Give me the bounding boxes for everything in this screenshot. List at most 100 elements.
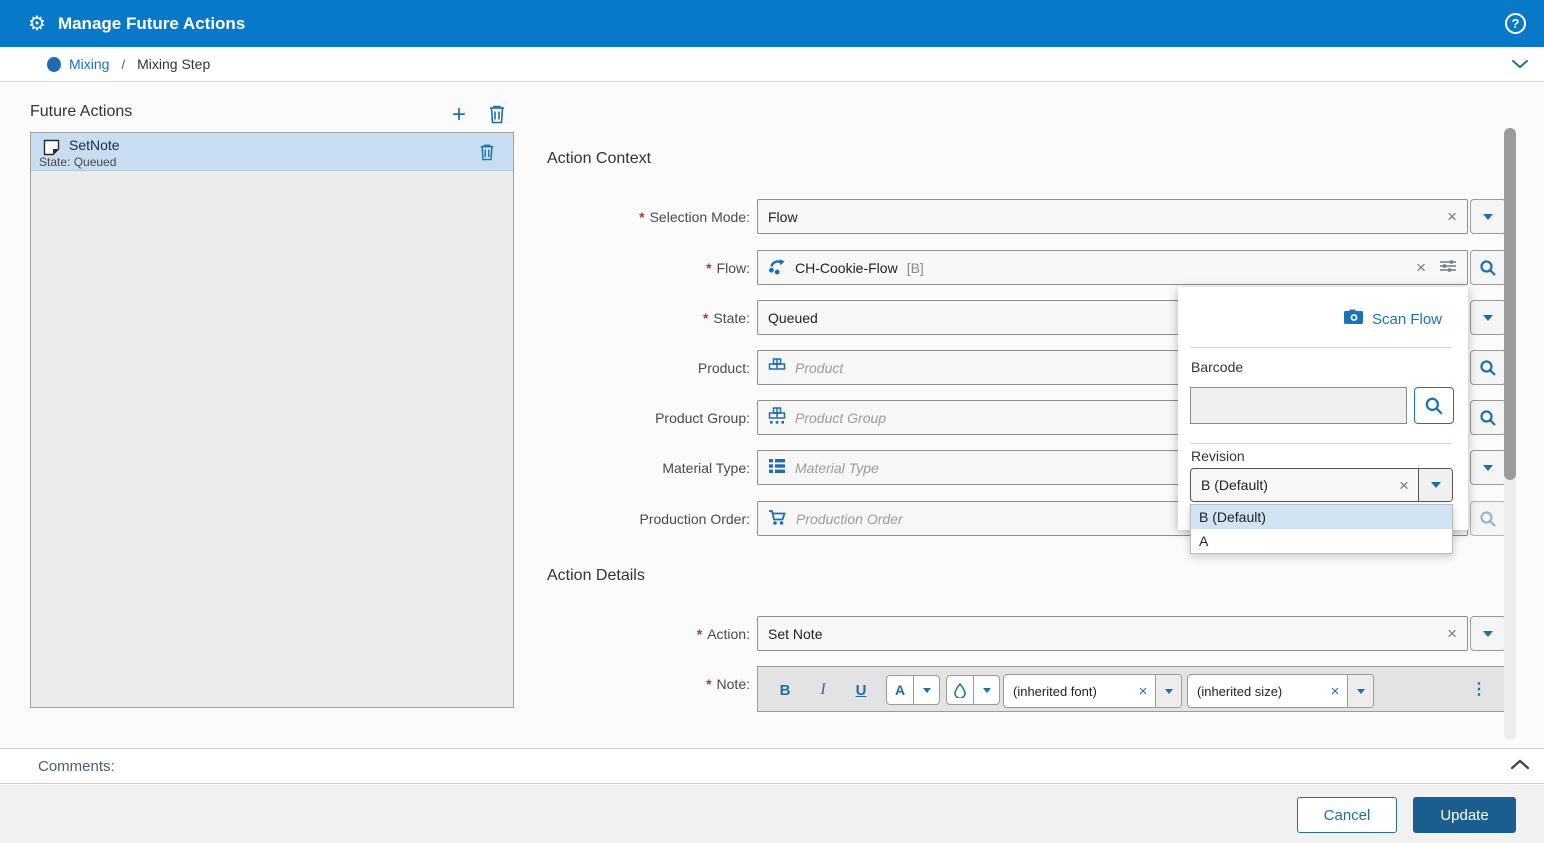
material-type-icon xyxy=(768,458,786,477)
delete-item-icon[interactable] xyxy=(479,143,495,166)
title-bar: ⚙ Manage Future Actions ? xyxy=(0,0,1544,47)
list-item-setnote[interactable]: SetNote State: Queued xyxy=(31,133,513,171)
scan-flow-popup: Scan Flow Barcode Revision B (Default) × xyxy=(1178,287,1468,530)
flow-label: * Flow: xyxy=(480,250,750,285)
cancel-button[interactable]: Cancel xyxy=(1297,797,1397,833)
font-name-dropdown[interactable] xyxy=(1155,675,1181,707)
clear-icon[interactable]: × xyxy=(1447,625,1457,642)
clear-icon[interactable]: × xyxy=(1131,675,1155,707)
option-a[interactable]: A xyxy=(1191,529,1452,553)
clear-icon[interactable]: × xyxy=(1323,675,1347,707)
font-size-combobox[interactable]: (inherited size) × xyxy=(1187,674,1374,708)
scan-flow-link[interactable]: Scan Flow xyxy=(1343,309,1442,329)
chevron-down-icon xyxy=(1357,689,1365,694)
action-field[interactable]: Set Note × xyxy=(757,616,1468,651)
chevron-up-icon[interactable] xyxy=(1508,757,1532,778)
breadcrumb: Mixing / Mixing Step xyxy=(0,47,1544,82)
font-name-combobox[interactable]: (inherited font) × xyxy=(1003,674,1182,708)
window-title: Manage Future Actions xyxy=(58,14,245,34)
chevron-down-icon xyxy=(1483,465,1493,471)
revision-dropdown-button[interactable] xyxy=(1418,469,1452,501)
note-editor-toolbar: B I U A (inherited font) × (inherited si… xyxy=(757,666,1506,712)
font-color-split-button[interactable]: A xyxy=(886,675,940,705)
delete-all-icon[interactable] xyxy=(488,104,506,129)
flow-icon xyxy=(768,258,786,278)
required-marker: * xyxy=(697,626,702,642)
highlight-dropdown[interactable] xyxy=(973,676,999,704)
clear-icon[interactable]: × xyxy=(1416,259,1426,276)
divider xyxy=(1190,443,1452,444)
bold-button[interactable]: B xyxy=(770,675,800,705)
selection-mode-value: Flow xyxy=(768,209,1438,225)
breadcrumb-current: Mixing Step xyxy=(137,56,210,72)
revision-value: B (Default) xyxy=(1191,469,1390,501)
state-dropdown-button[interactable] xyxy=(1470,300,1506,335)
product-group-icon xyxy=(768,407,786,428)
add-action-button[interactable]: + xyxy=(452,101,466,129)
material-type-label: Material Type: xyxy=(480,450,750,485)
divider xyxy=(1190,347,1452,348)
highlight-color-split-button[interactable] xyxy=(946,675,1000,705)
font-color-button[interactable]: A xyxy=(887,676,913,704)
italic-button[interactable]: I xyxy=(808,675,838,705)
product-label: Product: xyxy=(480,350,750,385)
note-label: * Note: xyxy=(480,666,750,701)
selection-mode-label: * Selection Mode: xyxy=(480,199,750,234)
future-actions-list: SetNote State: Queued xyxy=(30,132,514,708)
action-details-title: Action Details xyxy=(547,567,645,585)
required-marker: * xyxy=(706,676,711,692)
future-actions-title: Future Actions xyxy=(30,103,132,121)
flow-revision-tag: [B] xyxy=(907,260,1407,276)
scrollbar-thumb[interactable] xyxy=(1504,128,1516,480)
required-marker: * xyxy=(703,310,708,326)
barcode-search-button[interactable] xyxy=(1414,387,1454,424)
more-options-icon[interactable]: ⋮ xyxy=(1471,679,1487,699)
highlight-droplet-icon[interactable] xyxy=(947,676,973,704)
chevron-down-icon xyxy=(1165,689,1173,694)
chevron-down-icon xyxy=(1483,214,1493,220)
font-size-value: (inherited size) xyxy=(1188,675,1323,707)
font-size-dropdown[interactable] xyxy=(1347,675,1373,707)
revision-combobox[interactable]: B (Default) × xyxy=(1190,468,1453,502)
list-item-name: SetNote xyxy=(69,137,120,153)
selection-mode-dropdown-button[interactable] xyxy=(1470,199,1506,234)
revision-options-list: B (Default) A xyxy=(1190,504,1453,554)
option-b-default[interactable]: B (Default) xyxy=(1191,505,1452,529)
barcode-input[interactable] xyxy=(1190,387,1407,424)
product-group-search-button[interactable] xyxy=(1470,400,1506,435)
production-order-label: Production Order: xyxy=(480,501,750,536)
sliders-icon[interactable] xyxy=(1439,258,1457,277)
help-icon[interactable]: ? xyxy=(1505,13,1526,34)
flow-search-button[interactable] xyxy=(1470,250,1506,285)
comments-label: Comments: xyxy=(38,758,115,775)
chevron-down-icon xyxy=(983,688,991,693)
camera-icon xyxy=(1343,309,1364,329)
action-context-title: Action Context xyxy=(547,150,651,168)
chevron-down-icon[interactable] xyxy=(1510,57,1530,76)
action-label: * Action: xyxy=(480,616,750,651)
chevron-down-icon xyxy=(1483,631,1493,637)
scan-flow-label: Scan Flow xyxy=(1372,311,1442,328)
flow-field[interactable]: CH-Cookie-Flow [B] × xyxy=(757,250,1468,285)
clear-icon[interactable]: × xyxy=(1390,469,1418,501)
product-search-button[interactable] xyxy=(1470,350,1506,385)
list-item-state: State: Queued xyxy=(39,155,116,169)
required-marker: * xyxy=(639,209,644,225)
barcode-label: Barcode xyxy=(1191,359,1243,375)
breadcrumb-separator: / xyxy=(121,57,125,72)
flow-value: CH-Cookie-Flow xyxy=(795,260,898,276)
step-status-icon xyxy=(47,57,61,72)
clear-icon[interactable]: × xyxy=(1447,208,1457,225)
material-type-dropdown-button[interactable] xyxy=(1470,450,1506,485)
update-button[interactable]: Update xyxy=(1413,797,1516,833)
chevron-down-icon xyxy=(1483,315,1493,321)
selection-mode-field[interactable]: Flow × xyxy=(757,199,1468,234)
revision-label: Revision xyxy=(1191,448,1245,464)
font-color-dropdown[interactable] xyxy=(913,676,939,704)
underline-button[interactable]: U xyxy=(846,675,876,705)
action-dropdown-button[interactable] xyxy=(1470,616,1506,651)
production-order-search-button[interactable] xyxy=(1470,501,1506,536)
chevron-down-icon xyxy=(1431,482,1441,488)
breadcrumb-step-link[interactable]: Mixing xyxy=(69,56,109,72)
product-icon xyxy=(768,358,786,377)
